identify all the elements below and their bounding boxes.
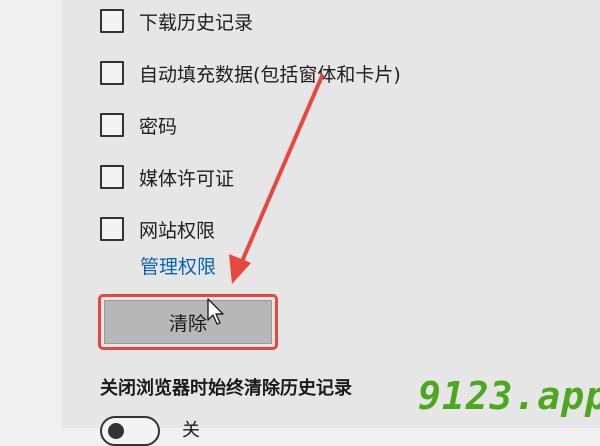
always-clear-heading: 关闭浏览器时始终清除历史记录 — [100, 378, 352, 399]
checkbox[interactable] — [100, 9, 124, 33]
option-download-history[interactable]: 下载历史记录 — [100, 6, 253, 36]
clear-button-highlight: 清除 — [98, 294, 278, 350]
option-label: 媒体许可证 — [139, 167, 235, 190]
option-label: 密码 — [139, 115, 178, 138]
checkbox[interactable] — [100, 165, 124, 189]
option-autofill-data[interactable]: 自动填充数据(包括窗体和卡片) — [100, 58, 401, 88]
checkbox[interactable] — [100, 113, 124, 137]
checkbox[interactable] — [100, 217, 124, 241]
always-clear-toggle[interactable] — [100, 416, 160, 446]
checkbox[interactable] — [100, 61, 124, 85]
option-label: 自动填充数据(包括窗体和卡片) — [139, 63, 401, 86]
toggle-knob — [108, 423, 124, 439]
option-label: 下载历史记录 — [139, 11, 254, 34]
option-label: 网站权限 — [139, 219, 216, 242]
mouse-cursor-icon — [207, 298, 224, 325]
watermark-logo: 9123.app — [418, 374, 600, 418]
toggle-state-label: 关 — [182, 420, 200, 441]
option-passwords[interactable]: 密码 — [100, 110, 177, 140]
manage-permissions-link[interactable]: 管理权限 — [140, 252, 216, 279]
clear-button[interactable]: 清除 — [104, 300, 272, 344]
option-media-licenses[interactable]: 媒体许可证 — [100, 162, 234, 192]
option-site-permissions[interactable]: 网站权限 — [100, 214, 215, 244]
